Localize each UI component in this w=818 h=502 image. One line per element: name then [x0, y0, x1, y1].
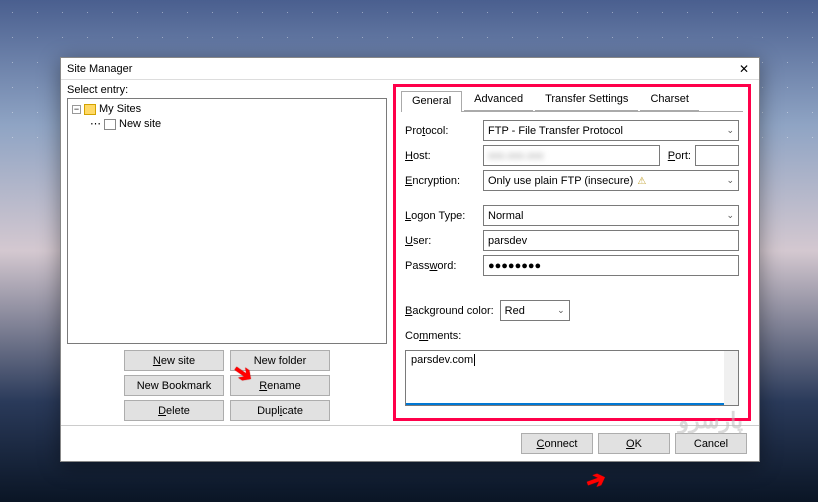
annotation-arrow-connect: ➔	[582, 463, 611, 497]
user-input[interactable]	[483, 230, 739, 251]
comments-label: Comments:	[405, 330, 461, 342]
bgcolor-select[interactable]: Red ⌄	[500, 300, 570, 321]
tree-child-row[interactable]: ⋯ New site	[72, 117, 382, 132]
tab-transfer[interactable]: Transfer Settings	[535, 90, 638, 111]
window-title: Site Manager	[67, 63, 735, 75]
cancel-button[interactable]: Cancel	[675, 433, 747, 454]
right-panel: General Advanced Transfer Settings Chars…	[393, 84, 751, 421]
left-button-grid: New site New folder New Bookmark Rename …	[67, 350, 387, 421]
scrollbar[interactable]	[724, 351, 738, 405]
host-label: Host:	[405, 150, 483, 162]
new-site-button[interactable]: New site	[124, 350, 224, 371]
select-entry-label: Select entry:	[67, 84, 387, 96]
chevron-down-icon: ⌄	[726, 210, 734, 221]
footer-bar: Connect OK Cancel	[61, 425, 759, 461]
tab-bar: General Advanced Transfer Settings Chars…	[401, 90, 743, 112]
protocol-select[interactable]: FTP - File Transfer Protocol ⌄	[483, 120, 739, 141]
tab-charset[interactable]: Charset	[640, 90, 699, 111]
ok-button[interactable]: OK	[598, 433, 670, 454]
tab-advanced[interactable]: Advanced	[464, 90, 533, 111]
password-input[interactable]	[483, 255, 739, 276]
watermark: پارسرو	[678, 408, 743, 434]
delete-button[interactable]: Delete	[124, 400, 224, 421]
port-label: Port:	[668, 150, 691, 162]
tree-connector: ⋯	[90, 117, 101, 132]
host-input[interactable]: xxx.xxx.xxx	[483, 145, 660, 166]
tree-root-label: My Sites	[99, 102, 141, 117]
content-area: Select entry: − My Sites ⋯ New site New …	[61, 80, 759, 425]
warning-icon: ⚠	[637, 176, 646, 187]
encryption-select[interactable]: Only use plain FTP (insecure)⚠ ⌄	[483, 170, 739, 191]
collapse-icon[interactable]: −	[72, 105, 81, 114]
new-folder-button[interactable]: New folder	[230, 350, 330, 371]
logon-select[interactable]: Normal ⌄	[483, 205, 739, 226]
chevron-down-icon: ⌄	[557, 305, 565, 316]
chevron-down-icon: ⌄	[726, 125, 734, 136]
focus-underline	[406, 403, 724, 405]
connect-button[interactable]: Connect	[521, 433, 593, 454]
port-input[interactable]	[695, 145, 739, 166]
folder-icon	[84, 104, 96, 115]
site-icon	[104, 119, 116, 130]
bgcolor-label: Background color:	[405, 305, 494, 317]
general-form: Protocol: FTP - File Transfer Protocol ⌄…	[401, 112, 743, 406]
protocol-label: Protocol:	[405, 125, 483, 137]
logon-label: Logon Type:	[405, 210, 483, 222]
titlebar: Site Manager ✕	[61, 58, 759, 80]
new-bookmark-button[interactable]: New Bookmark	[124, 375, 224, 396]
rename-button[interactable]: Rename	[230, 375, 330, 396]
text-cursor	[474, 354, 478, 366]
tab-general[interactable]: General	[401, 91, 462, 112]
encryption-label: Encryption:	[405, 175, 483, 187]
site-tree[interactable]: − My Sites ⋯ New site	[67, 98, 387, 344]
password-label: Password:	[405, 260, 483, 272]
chevron-down-icon: ⌄	[726, 175, 734, 186]
duplicate-button[interactable]: Duplicate	[230, 400, 330, 421]
tree-child-label: New site	[119, 117, 161, 132]
close-icon[interactable]: ✕	[735, 62, 753, 76]
left-panel: Select entry: − My Sites ⋯ New site New …	[67, 84, 387, 421]
comments-textarea[interactable]: parsdev.com	[405, 350, 739, 406]
user-label: User:	[405, 235, 483, 247]
tree-root-row[interactable]: − My Sites	[72, 102, 382, 117]
site-manager-window: Site Manager ✕ Select entry: − My Sites …	[60, 57, 760, 462]
